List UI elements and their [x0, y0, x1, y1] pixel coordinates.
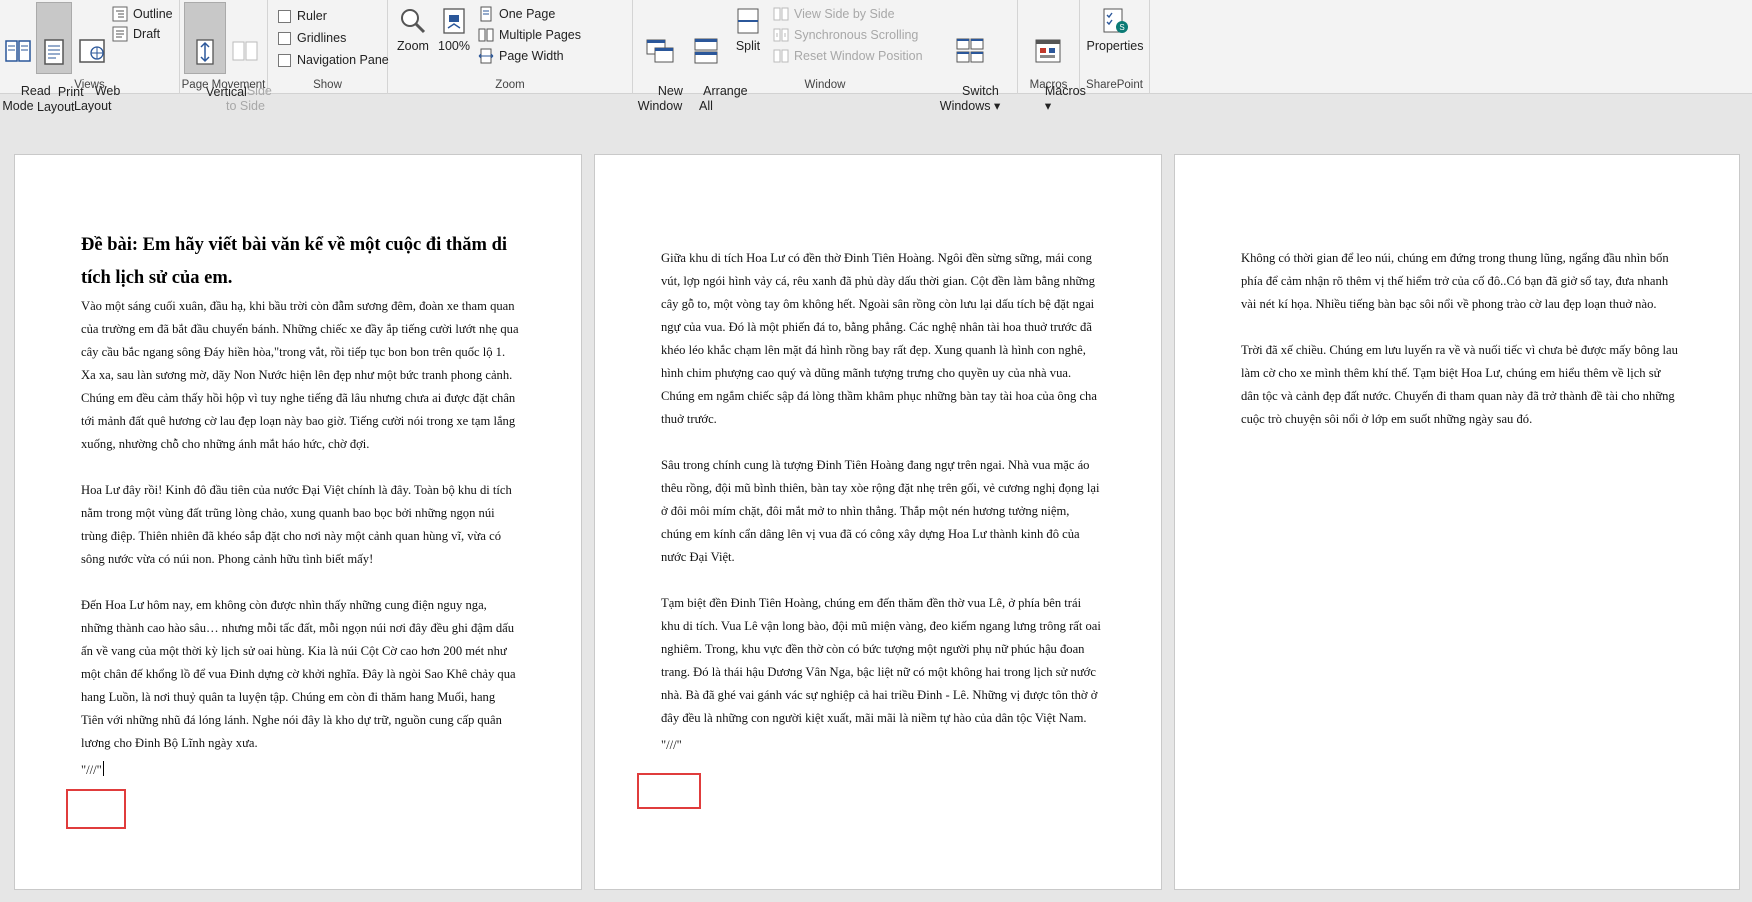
gridlines-checkbox-box[interactable]	[278, 31, 291, 45]
zoom-100-button[interactable]: 100%	[436, 2, 472, 74]
vertical-icon	[196, 39, 214, 65]
body-paragraph: Hoa Lư đây rồi! Kinh đô đầu tiên của nướ…	[81, 483, 512, 566]
web-layout-button[interactable]: Web Layout	[74, 2, 120, 113]
ruler-checkbox-box[interactable]	[278, 9, 291, 23]
group-label-sharepoint: SharePoint	[1086, 79, 1143, 91]
body-paragraph: Giữa khu di tích Hoa Lư có đền thờ Đinh …	[661, 251, 1097, 426]
placeholder-marker[interactable]: "///"	[81, 759, 519, 782]
placeholder-marker[interactable]: "///"	[661, 734, 1101, 757]
properties-icon: S	[1103, 8, 1128, 33]
view-side-by-side-button[interactable]: View Side by Side	[773, 4, 895, 24]
arrange-all-icon	[694, 38, 718, 64]
zoom-100-icon	[443, 8, 465, 34]
page-width-icon	[478, 48, 494, 64]
draft-button[interactable]: Draft	[112, 24, 160, 44]
vertical-button[interactable]: Vertical	[184, 2, 247, 99]
document-page-1[interactable]: Đề bài: Em hãy viết bài văn kể về một cu…	[14, 154, 582, 890]
page-width-button[interactable]: Page Width	[478, 46, 564, 66]
synchronous-scrolling-button[interactable]: Synchronous Scrolling	[773, 25, 918, 45]
ruler-checkbox[interactable]: Ruler	[278, 6, 327, 26]
one-page-icon	[480, 6, 492, 22]
split-icon	[737, 8, 759, 34]
gridlines-checkbox[interactable]: Gridlines	[278, 28, 346, 48]
magnifier-icon	[401, 9, 426, 34]
group-label-zoom: Zoom	[495, 79, 525, 91]
highlight-box-page-2	[637, 773, 701, 809]
print-layout-button[interactable]: Print Layout	[36, 2, 84, 114]
highlight-box-page-1	[66, 789, 126, 829]
print-layout-icon	[44, 39, 64, 65]
draft-icon	[112, 26, 128, 42]
document-title: Đề bài: Em hãy viết bài văn kể về một cu…	[81, 235, 508, 288]
outline-icon	[112, 6, 128, 22]
navigation-pane-checkbox-box[interactable]	[278, 53, 291, 67]
group-label-show: Show	[313, 79, 342, 91]
one-page-button[interactable]: One Page	[478, 4, 555, 24]
group-window: New Window Arrange All Split View Side b…	[633, 0, 1018, 113]
body-paragraph: Đến Hoa Lư hôm nay, em không còn được nh…	[81, 598, 516, 750]
group-views: Read Mode Print Layout Web Layout Outlin…	[0, 0, 180, 114]
document-page-3[interactable]: Không có thời gian để leo núi, chúng em …	[1174, 154, 1740, 890]
split-button[interactable]: Split	[729, 2, 767, 74]
read-mode-button[interactable]: Read Mode	[0, 2, 51, 113]
navigation-pane-checkbox[interactable]: Navigation Pane	[278, 50, 389, 70]
group-label-macros: Macros	[1029, 79, 1068, 91]
page-1-content: Đề bài: Em hãy viết bài văn kể về một cu…	[81, 229, 519, 782]
group-macros: Macros ▾ Macros	[1018, 0, 1086, 113]
document-page-2[interactable]: Giữa khu di tích Hoa Lư có đền thờ Đinh …	[594, 154, 1162, 890]
group-label-window: Window	[804, 79, 846, 91]
side-to-side-icon	[232, 41, 258, 61]
outline-button[interactable]: Outline	[112, 4, 173, 24]
switch-windows-icon	[956, 38, 984, 63]
body-paragraph: Trời đã xế chiều. Chúng em lưu luyến ra …	[1241, 343, 1678, 426]
properties-button[interactable]: S Properties	[1082, 2, 1148, 74]
new-window-icon	[646, 39, 674, 63]
web-layout-icon	[79, 39, 105, 63]
ribbon-view-tab: Read Mode Print Layout Web Layout Outlin…	[0, 0, 1752, 114]
text-cursor	[102, 761, 104, 776]
view-side-by-side-icon	[773, 7, 789, 21]
reset-window-position-button[interactable]: Reset Window Position	[773, 46, 923, 66]
svg-text:S: S	[1119, 23, 1124, 32]
side-to-side-button[interactable]: Side to Side	[226, 2, 272, 113]
multiple-pages-button[interactable]: Multiple Pages	[478, 25, 581, 45]
multiple-pages-icon	[478, 28, 494, 42]
page-3-content: Không có thời gian để leo núi, chúng em …	[1241, 247, 1681, 454]
group-label-views: Views	[74, 79, 105, 91]
page-2-content: Giữa khu di tích Hoa Lư có đền thờ Đinh …	[661, 247, 1101, 757]
switch-windows-button[interactable]: Switch Windows ▾	[939, 2, 1001, 113]
group-label-page-movement: Page Movement	[181, 79, 266, 91]
zoom-button[interactable]: Zoom	[394, 2, 432, 74]
group-zoom: Zoom 100% One Page Multiple Pages Page W…	[388, 0, 633, 94]
read-mode-icon	[5, 40, 31, 62]
group-show: Ruler Gridlines Navigation Pane Show	[268, 0, 389, 94]
body-paragraph: Sâu trong chính cung là tượng Đinh Tiên …	[661, 458, 1100, 564]
body-paragraph: Tạm biệt đền Đinh Tiên Hoàng, chúng em đ…	[661, 596, 1101, 725]
body-paragraph: Vào một sáng cuối xuân, đầu hạ, khi bầu …	[81, 299, 519, 451]
body-paragraph: Không có thời gian để leo núi, chúng em …	[1241, 251, 1669, 311]
macros-icon	[1035, 39, 1061, 63]
new-window-button[interactable]: New Window	[637, 2, 683, 113]
group-page-movement: Vertical Side to Side Page Movement	[180, 0, 272, 113]
group-sharepoint: S Properties SharePoint	[1080, 0, 1150, 94]
arrange-all-button[interactable]: Arrange All	[683, 2, 748, 113]
reset-window-position-icon	[773, 49, 789, 63]
macros-button[interactable]: Macros ▾	[1024, 2, 1086, 113]
synchronous-scrolling-icon	[773, 28, 789, 42]
